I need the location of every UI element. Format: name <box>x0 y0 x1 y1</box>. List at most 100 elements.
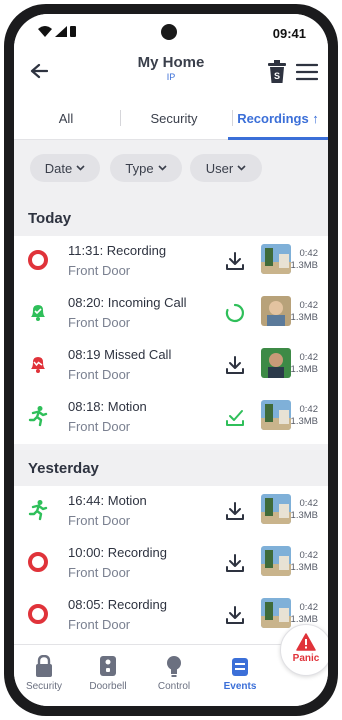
event-location: Front Door <box>68 617 131 632</box>
recording-thumbnail[interactable] <box>261 494 291 524</box>
nav-label: Control <box>157 681 191 692</box>
filter-label: Date <box>44 160 73 176</box>
chevron-down-icon <box>76 165 85 171</box>
recording-meta: 0:42 1.3MB <box>291 602 318 626</box>
events-icon <box>232 658 248 676</box>
filter-bar: Date Type User <box>14 140 328 200</box>
record-icon <box>26 550 50 574</box>
recording-thumbnail[interactable] <box>261 598 291 628</box>
nav-doorbell[interactable]: Doorbell <box>80 653 136 692</box>
event-location: Front Door <box>68 419 131 434</box>
header-title-group: My Home IP <box>84 54 258 82</box>
recording-thumbnail[interactable] <box>261 244 291 274</box>
tab-divider <box>120 110 121 126</box>
file-size: 1.3MB <box>290 364 318 375</box>
event-location: Front Door <box>68 263 131 278</box>
duration: 0:42 <box>299 248 319 259</box>
duration: 0:42 <box>299 498 319 509</box>
tab-recordings[interactable]: Recordings ↑ <box>228 96 328 140</box>
recording-thumbnail[interactable] <box>261 400 291 430</box>
event-row[interactable]: 08:18: Motion Front Door 0:42 1.3MB <box>14 392 328 444</box>
front-camera <box>161 24 177 40</box>
event-title: 11:31: Recording <box>68 243 167 258</box>
download-button[interactable] <box>222 602 248 628</box>
nav-control[interactable]: Control <box>146 653 202 692</box>
screen: 09:41 My Home IP S All Security Recordin… <box>14 14 328 706</box>
doorbell-icon <box>100 656 116 676</box>
event-row[interactable]: 08:20: Incoming Call Front Door 0:42 1.3M… <box>14 288 328 340</box>
download-icon <box>226 502 244 520</box>
panic-button[interactable]: Panic <box>280 624 328 676</box>
recording-meta: 0:42 1.3MB <box>291 404 318 428</box>
filter-label: User <box>205 160 234 176</box>
download-button[interactable] <box>222 248 248 274</box>
tab-all[interactable]: All <box>14 96 118 140</box>
recording-meta: 0:42 1.3MB <box>291 498 318 522</box>
duration: 0:42 <box>299 602 319 613</box>
warning-icon <box>296 633 316 651</box>
download-button[interactable] <box>222 352 248 378</box>
menu-button[interactable] <box>295 62 319 82</box>
event-location: Front Door <box>68 367 131 382</box>
file-size: 1.3MB <box>290 562 318 573</box>
duration: 0:42 <box>299 352 319 363</box>
panic-label: Panic <box>292 653 320 664</box>
nav-label: Security <box>25 681 63 692</box>
event-title: 16:44: Motion <box>68 493 147 508</box>
recording-thumbnail[interactable] <box>261 546 291 576</box>
event-location: Front Door <box>68 565 131 580</box>
file-size: 1.3MB <box>290 510 318 521</box>
download-button[interactable] <box>222 498 248 524</box>
download-button[interactable] <box>222 550 248 576</box>
event-location: Front Door <box>68 315 131 330</box>
phone-frame: 09:41 My Home IP S All Security Recordin… <box>4 4 338 716</box>
duration: 0:42 <box>299 300 319 311</box>
event-location: Front Door <box>68 513 131 528</box>
bell-icon <box>26 300 50 324</box>
tab-security[interactable]: Security <box>122 96 226 140</box>
event-row[interactable]: 16:44: Motion Front Door 0:42 1.3MB <box>14 486 328 538</box>
event-row[interactable]: 10:00: Recording Front Door 0:42 1.3MB <box>14 538 328 590</box>
signal-icon <box>55 26 67 37</box>
chevron-down-icon <box>237 165 246 171</box>
motion-icon <box>26 404 50 428</box>
recording-thumbnail[interactable] <box>261 348 291 378</box>
recording-thumbnail[interactable] <box>261 296 291 326</box>
download-icon <box>226 356 244 374</box>
nav-events[interactable]: Events <box>212 653 268 692</box>
motion-icon <box>26 498 50 522</box>
download-icon <box>226 554 244 572</box>
section-header-yesterday: Yesterday <box>14 450 328 486</box>
tab-bar: All Security Recordings ↑ <box>14 96 328 140</box>
nav-label: Events <box>223 681 257 692</box>
nav-security[interactable]: Security <box>16 653 72 692</box>
file-size: 1.3MB <box>290 416 318 427</box>
downloaded-check-icon <box>226 410 244 426</box>
wifi-icon <box>38 26 52 37</box>
event-row[interactable]: 08:19 Missed Call Front Door 0:42 1.3MB <box>14 340 328 392</box>
app-bar: My Home IP S <box>14 48 328 96</box>
page-subtitle: IP <box>166 72 176 82</box>
filter-date-chip[interactable]: Date <box>30 154 100 182</box>
filter-label: Type <box>125 160 154 176</box>
filter-user-chip[interactable]: User <box>190 154 262 182</box>
hamburger-icon <box>295 63 319 81</box>
recording-meta: 0:42 1.3MB <box>291 550 318 574</box>
file-size: 1.3MB <box>290 312 318 323</box>
loading-spinner-icon <box>225 303 244 323</box>
record-icon <box>26 248 50 272</box>
download-progress <box>222 300 248 326</box>
back-button[interactable] <box>26 58 52 84</box>
duration: 0:42 <box>299 404 319 415</box>
status-icons <box>38 26 76 37</box>
record-icon <box>26 602 50 626</box>
status-bar: 09:41 <box>14 14 328 48</box>
event-title: 08:19 Missed Call <box>68 347 172 362</box>
download-icon <box>226 606 244 624</box>
event-row[interactable]: 11:31: Recording Front Door 0:42 1.3MB <box>14 236 328 288</box>
nav-label: Doorbell <box>89 681 127 692</box>
filter-type-chip[interactable]: Type <box>110 154 182 182</box>
recording-meta: 0:42 1.3MB <box>291 248 318 272</box>
file-size: 1.3MB <box>290 260 318 271</box>
delete-button[interactable]: S <box>266 60 288 84</box>
